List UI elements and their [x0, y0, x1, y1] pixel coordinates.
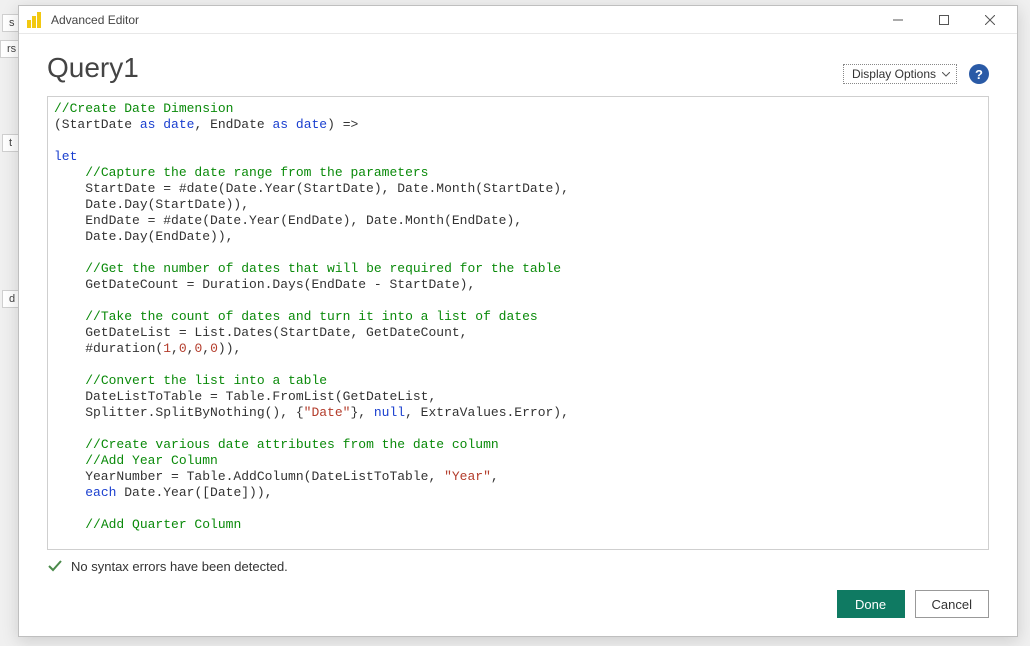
chevron-down-icon: [942, 70, 950, 78]
done-button[interactable]: Done: [837, 590, 905, 618]
close-button[interactable]: [967, 6, 1013, 34]
help-button[interactable]: ?: [969, 64, 989, 84]
window-title: Advanced Editor: [51, 13, 139, 27]
help-icon: ?: [975, 67, 983, 82]
cancel-button-label: Cancel: [932, 597, 972, 612]
status-message: No syntax errors have been detected.: [71, 559, 288, 574]
display-options-label: Display Options: [852, 67, 936, 81]
status-row: No syntax errors have been detected.: [19, 550, 1017, 580]
done-button-label: Done: [855, 597, 886, 612]
powerbi-icon: [27, 12, 43, 28]
code-editor[interactable]: //Create Date Dimension (StartDate as da…: [48, 97, 988, 549]
header-row: Query1 Display Options ?: [19, 34, 1017, 96]
query-title: Query1: [47, 52, 139, 84]
close-icon: [985, 15, 995, 25]
advanced-editor-dialog: Advanced Editor Query1 Display Options ?: [18, 5, 1018, 637]
minimize-button[interactable]: [875, 6, 921, 34]
code-editor-container: //Create Date Dimension (StartDate as da…: [47, 96, 989, 550]
maximize-icon: [939, 15, 949, 25]
bg-fragment: t: [2, 134, 19, 152]
cancel-button[interactable]: Cancel: [915, 590, 989, 618]
dialog-content: Query1 Display Options ? //Create Date D…: [19, 34, 1017, 636]
titlebar[interactable]: Advanced Editor: [19, 6, 1017, 34]
check-icon: [47, 558, 63, 574]
display-options-dropdown[interactable]: Display Options: [843, 64, 957, 84]
minimize-icon: [893, 15, 903, 25]
maximize-button[interactable]: [921, 6, 967, 34]
button-row: Done Cancel: [19, 580, 1017, 636]
